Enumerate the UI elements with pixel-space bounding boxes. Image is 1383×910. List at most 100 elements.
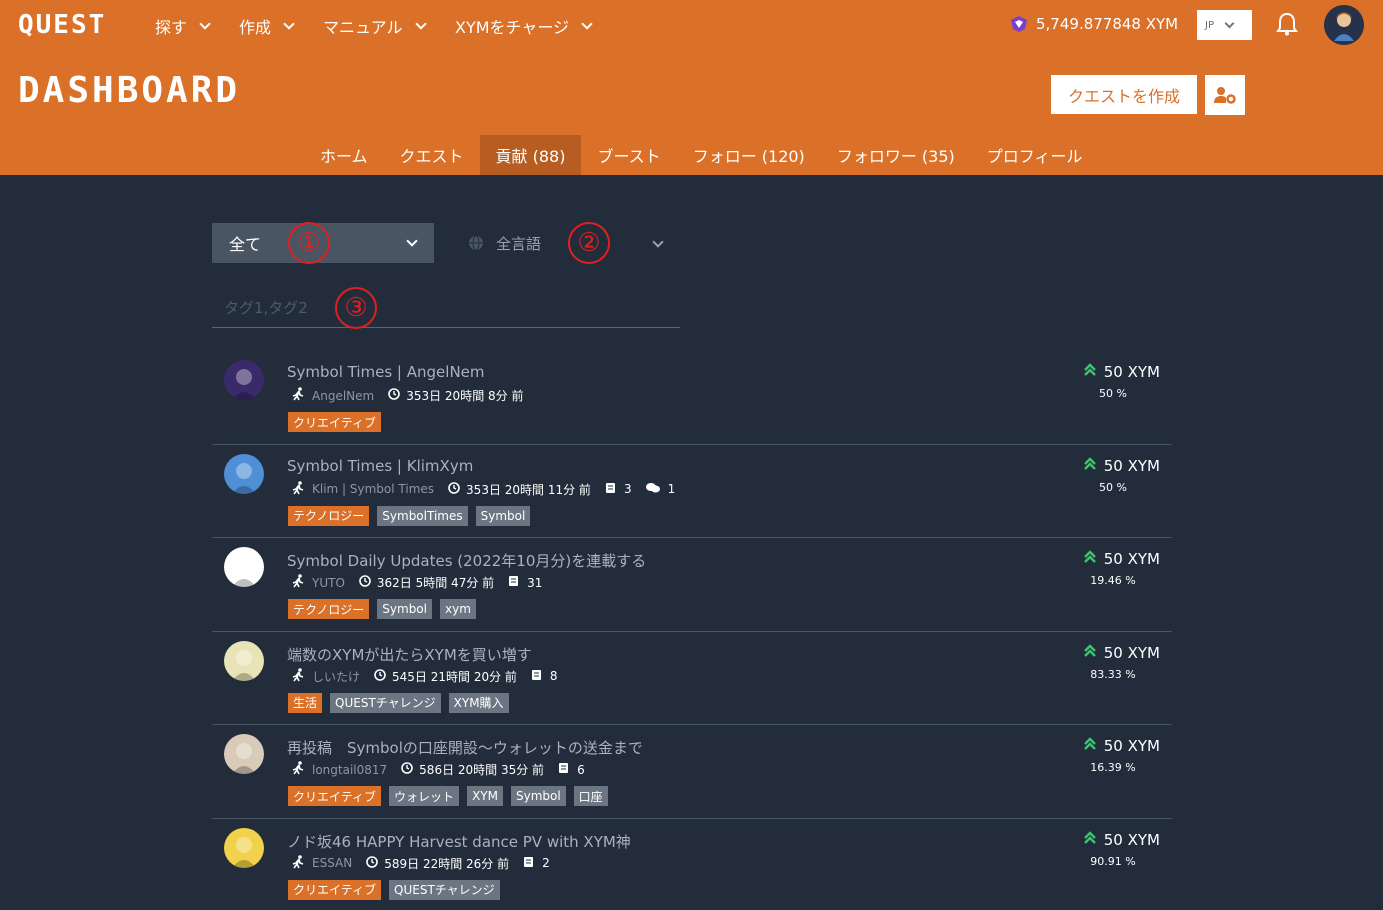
tag-badge[interactable]: xym [439,599,476,619]
reward-amount: 50 XYM [1103,456,1160,475]
nav-charge[interactable]: XYMをチャージ [455,14,593,38]
list-item[interactable]: 端数のXYMが出たらXYMを買い増す しいたけ 545日 21時間 20分 前 8 生活… [212,632,1172,725]
nav-search[interactable]: 探す [155,14,211,38]
nav-create[interactable]: 作成 [239,14,295,38]
quest-title[interactable]: Symbol Daily Updates (2022年10月分)を連載する [287,550,646,571]
tag-badge[interactable]: QUESTチャレンジ [330,692,441,713]
tab-home[interactable]: ホーム [304,135,384,175]
logo[interactable]: QUEST [18,10,106,40]
reward-percent: 50 % [1099,387,1127,400]
tab-contributions[interactable]: 貢献 (88) [479,135,582,175]
clock-icon [366,855,379,871]
tag-filter-input[interactable] [212,288,680,328]
avatar[interactable] [224,453,264,494]
notification-bell-icon[interactable] [1276,12,1298,40]
user-avatar[interactable] [1324,5,1364,45]
comment-count: 1 [667,482,676,496]
dashboard-tabs: ホーム クエスト 貢献 (88) ブースト フォロー (120) フォロワー (… [304,135,1098,175]
balance-text: 5,749.877848 XYM [1036,15,1179,33]
elapsed-time: 362日 5時間 47分 前 [376,576,495,590]
tag-badge[interactable]: 口座 [573,786,608,806]
author-name[interactable]: Klim | Symbol Times [312,482,434,496]
avatar[interactable] [224,360,264,400]
quest-meta: longtail0817 586日 20時間 35分 前 6 [292,761,599,778]
document-count: 31 [527,575,543,590]
quest-title[interactable]: Symbol Times | KlimXym [287,457,473,475]
tab-following[interactable]: フォロー (120) [677,135,821,175]
avatar[interactable] [224,827,264,868]
quest-meta: Klim | Symbol Times 353日 20時間 11分 前 3 1 [292,480,689,498]
annotation-marker-1: ① [288,222,330,264]
comment-icon [645,482,660,497]
author-icon [292,480,304,498]
tag-badge[interactable]: XYM [467,786,503,806]
tag-list: クリエイティブ [288,412,382,432]
category-badge[interactable]: テクノロジー [288,599,370,619]
author-name[interactable]: しいたけ [312,668,360,685]
tag-badge[interactable]: Symbol [475,505,531,526]
tag-badge[interactable]: Symbol [510,786,566,806]
quest-title[interactable]: ノド坂46 HAPPY Harvest dance PV with XYM神 [287,831,631,852]
author-name[interactable]: ESSAN [312,856,352,870]
tag-badge[interactable]: XYM購入 [448,692,509,713]
tag-badge[interactable]: ウォレット [389,786,460,806]
tag-badge[interactable]: Symbol [377,599,432,619]
create-quest-button[interactable]: クエストを作成 [1051,75,1197,114]
list-item[interactable]: Symbol Times | KlimXym Klim | Symbol Time… [212,445,1172,538]
quest-title[interactable]: 端数のXYMが出たらXYMを買い増す [287,644,532,665]
elapsed-time: 353日 20時間 11分 前 [466,482,591,497]
avatar[interactable] [224,547,264,587]
type-filter-value: 全て [229,235,262,254]
reward-amount: 50 XYM [1103,363,1160,381]
nav-charge-label: XYMをチャージ [455,18,570,37]
document-icon [523,856,534,871]
document-count: 2 [542,856,550,870]
document-icon [531,669,542,684]
tab-quests[interactable]: クエスト [384,135,480,175]
language-select[interactable]: JP [1197,10,1252,40]
tag-list: テクノロジー SymbolTimes Symbol [288,505,531,526]
category-badge[interactable]: テクノロジー [288,505,370,526]
elapsed-time: 586日 20時間 35分 前 [419,763,545,777]
author-name[interactable]: AngelNem [312,389,374,403]
tab-boosts[interactable]: ブースト [581,135,676,175]
list-item[interactable]: Symbol Daily Updates (2022年10月分)を連載する YUT… [212,538,1172,632]
category-badge[interactable]: 生活 [288,692,323,713]
chevron-down-icon [581,18,593,30]
list-item[interactable]: ノド坂46 HAPPY Harvest dance PV with XYM神 ES… [212,819,1172,910]
reward: 50 XYM [1083,737,1160,755]
tag-badge[interactable]: SymbolTimes [377,505,468,526]
category-badge[interactable]: クリエイティブ [288,412,382,432]
avatar[interactable] [224,640,264,681]
tab-profile[interactable]: プロフィール [971,135,1099,175]
tag-badge[interactable]: QUESTチャレンジ [389,879,500,900]
xym-balance[interactable]: 5,749.877848 XYM [1010,15,1178,33]
account-settings-button[interactable] [1205,75,1245,115]
nav-search-label: 探す [155,18,188,37]
quest-meta: AngelNem 353日 20時間 8分 前 [292,387,537,404]
reward-amount: 50 XYM [1103,737,1160,755]
category-badge[interactable]: クリエイティブ [288,786,382,806]
tab-followers[interactable]: フォロワー (35) [821,135,971,175]
list-item[interactable]: Symbol Times | AngelNem AngelNem 353日 20時間… [212,351,1172,445]
category-badge[interactable]: クリエイティブ [288,879,382,900]
page-title: DASHBOARD [18,70,241,111]
document-icon [508,575,519,590]
boost-arrow-icon [1083,737,1096,755]
language-filter-value: 全言語 [496,234,542,253]
tag-list: テクノロジー Symbol xym [288,599,476,619]
avatar[interactable] [224,734,264,774]
nav-manual[interactable]: マニュアル [323,14,427,38]
tag-list: クリエイティブ QUESTチャレンジ [288,879,500,900]
document-icon [605,482,616,497]
reward-percent: 90.91 % [1090,854,1136,868]
author-icon [292,667,304,685]
author-name[interactable]: YUTO [312,576,345,590]
clock-icon [388,388,401,403]
list-item[interactable]: 再投稿 Symbolの口座開設～ウォレットの送金まで longtail0817 58… [212,725,1172,819]
header: QUEST 探す 作成 マニュアル XYMをチャージ 5,749.877848 … [0,0,1383,175]
quest-title[interactable]: 再投稿 Symbolの口座開設～ウォレットの送金まで [287,737,643,758]
quest-title[interactable]: Symbol Times | AngelNem [287,363,485,381]
author-name[interactable]: longtail0817 [312,763,387,777]
elapsed-time: 353日 20時間 8分 前 [406,389,524,403]
